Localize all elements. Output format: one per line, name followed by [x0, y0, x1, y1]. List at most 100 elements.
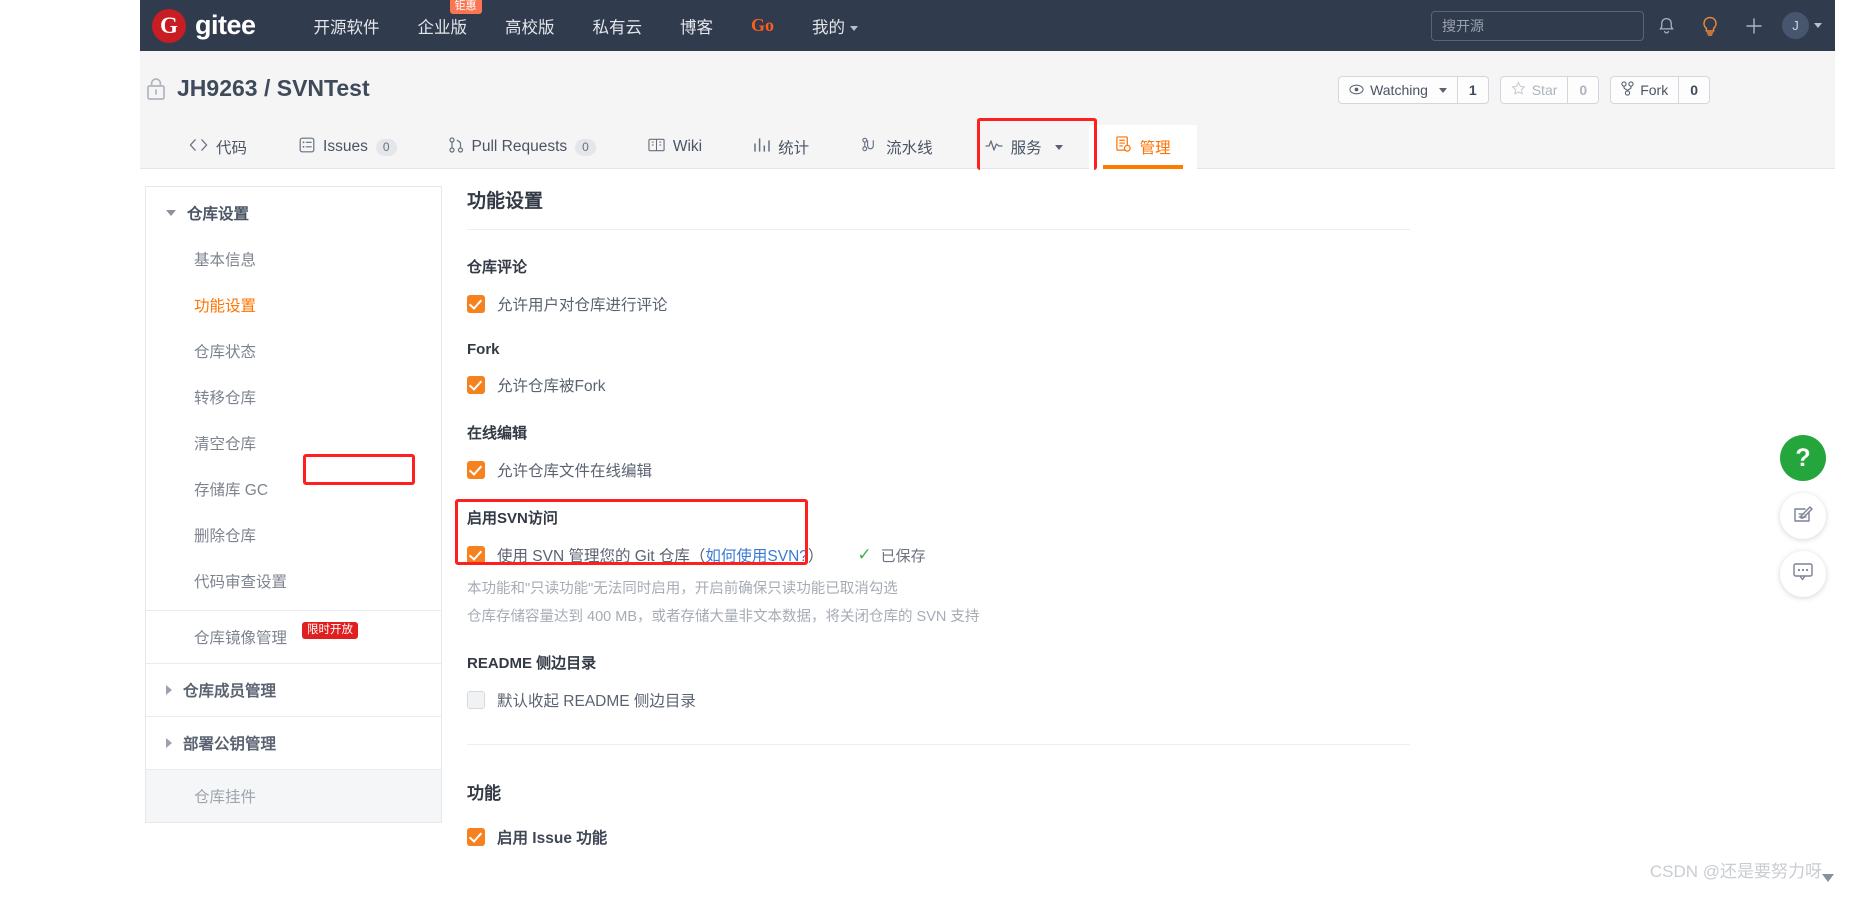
sidebar-item-label: 仓库镜像管理	[194, 630, 288, 647]
sidebar-item-label: 删除仓库	[194, 528, 257, 545]
feedback-edit-fab[interactable]	[1780, 493, 1826, 539]
sidebar-item-repo-status[interactable]: 仓库状态	[146, 328, 441, 374]
sidebar-section-widgets[interactable]: 仓库挂件	[146, 769, 441, 822]
checkbox-enable-svn[interactable]	[467, 546, 485, 564]
tab-statistics[interactable]: 统计	[728, 125, 835, 169]
star-icon	[1511, 81, 1526, 99]
checkbox-row-issue[interactable]: 启用 Issue 功能	[467, 826, 1737, 848]
checkbox-row-svn[interactable]: 使用 SVN 管理您的 Git 仓库（如何使用SVN?） ✓ 已保存	[467, 544, 1737, 566]
chat-fab[interactable]	[1780, 551, 1826, 597]
sidebar-item-member-management[interactable]: 仓库成员管理	[146, 664, 441, 716]
sidebar-item-label: 部署公钥管理	[183, 736, 277, 753]
sidebar-group-repo-settings[interactable]: 仓库设置	[146, 187, 441, 236]
page-gutter-right	[1835, 0, 1862, 902]
star-count: 0	[1579, 82, 1588, 98]
sidebar-item-basic-info[interactable]: 基本信息	[146, 236, 441, 282]
tab-manage[interactable]: 管理	[1088, 125, 1197, 169]
tab-count: 0	[575, 138, 596, 156]
chat-icon	[1792, 562, 1814, 587]
nav-link-label: Go	[751, 15, 775, 35]
tab-pipeline[interactable]: 流水线	[835, 125, 959, 169]
sidebar-section-members[interactable]: 仓库成员管理	[146, 663, 441, 716]
tab-service[interactable]: 服务	[959, 125, 1089, 169]
tab-issues[interactable]: Issues 0	[273, 125, 423, 169]
checkbox-allow-online-edit[interactable]	[467, 461, 485, 479]
nav-link-university[interactable]: 高校版	[505, 14, 555, 38]
checkbox-allow-comments[interactable]	[467, 295, 485, 313]
nav-link-label: 我的	[812, 18, 846, 37]
how-to-use-svn-link[interactable]: 如何使用SVN?	[705, 548, 808, 565]
search-input[interactable]	[1431, 10, 1644, 41]
sidebar-section-deploy-keys[interactable]: 部署公钥管理	[146, 716, 441, 769]
tab-pull-requests[interactable]: Pull Requests 0	[423, 125, 622, 169]
features-divider	[467, 744, 1410, 745]
bell-icon[interactable]	[1644, 6, 1688, 46]
avatar[interactable]: J	[1782, 12, 1809, 39]
checkbox-label: 允许仓库被Fork	[497, 378, 606, 395]
nav-link-enterprise[interactable]: 企业版 钜惠	[418, 0, 482, 38]
tab-code[interactable]: 代码	[163, 125, 273, 169]
title-divider	[467, 229, 1410, 230]
checkbox-label: 允许用户对仓库进行评论	[497, 297, 668, 314]
sidebar-item-delete-repo[interactable]: 删除仓库	[146, 512, 441, 558]
nav-link-label: 高校版	[505, 18, 555, 37]
section-heading-features: 功能	[467, 784, 501, 803]
gitee-logo[interactable]: G gitee	[152, 8, 256, 43]
watching-label: Watching	[1370, 82, 1428, 98]
checkbox-allow-fork[interactable]	[467, 376, 485, 394]
fork-button-group[interactable]: Fork 0	[1610, 76, 1710, 104]
sidebar-item-label: 存储库 GC	[194, 482, 269, 499]
fork-button[interactable]: Fork	[1611, 77, 1680, 103]
watching-button[interactable]: Watching	[1339, 77, 1458, 103]
nav-link-blog[interactable]: 博客	[680, 14, 713, 38]
tab-label: 代码	[216, 140, 248, 157]
watermark: CSDN @还是要努力呀	[1649, 862, 1822, 881]
checkbox-row-readme[interactable]: 默认收起 README 侧边目录	[467, 689, 1737, 711]
help-fab[interactable]: ?	[1780, 435, 1826, 481]
scroll-down-indicator[interactable]	[1822, 874, 1834, 882]
checkbox-label: 允许仓库文件在线编辑	[497, 463, 653, 480]
pipeline-icon	[861, 137, 878, 157]
tab-label: 统计	[778, 140, 810, 157]
triangle-right-icon	[166, 685, 172, 695]
settings-main-panel: 功能设置 仓库评论 允许用户对仓库进行评论 Fork 允许仓库被Fork 在线编…	[455, 186, 1737, 848]
manage-icon	[1115, 136, 1132, 158]
sidebar-item-feature-settings[interactable]: 功能设置	[146, 282, 441, 328]
sidebar-item-empty-repo[interactable]: 清空仓库	[146, 420, 441, 466]
lightbulb-icon[interactable]	[1688, 6, 1732, 46]
sidebar-item-transfer-repo[interactable]: 转移仓库	[146, 374, 441, 420]
nav-link-mine[interactable]: 我的	[812, 14, 859, 38]
nav-link-privatecloud[interactable]: 私有云	[593, 14, 643, 38]
sidebar-item-repo-gc[interactable]: 存储库 GC	[146, 466, 441, 512]
sidebar-item-mirror-management[interactable]: 仓库镜像管理 限时开放	[146, 611, 441, 663]
star-button-group[interactable]: Star 0	[1499, 76, 1600, 104]
nav-link-go[interactable]: Go	[751, 15, 774, 36]
sidebar-section-mirror[interactable]: 仓库镜像管理 限时开放	[146, 610, 441, 663]
svn-label-prefix: 使用 SVN 管理您的 Git 仓库（	[497, 548, 706, 565]
plus-icon[interactable]	[1732, 6, 1776, 46]
settings-sidebar: 仓库设置 基本信息 功能设置 仓库状态 转移仓库 清空仓库 存储库 GC 删除仓…	[145, 186, 442, 823]
checkbox-collapse-readme-toc[interactable]	[467, 691, 485, 709]
sidebar-item-repo-widget[interactable]: 仓库挂件	[146, 770, 441, 822]
checkbox-row-fork[interactable]: 允许仓库被Fork	[467, 374, 1737, 396]
sidebar-item-deploy-key-management[interactable]: 部署公钥管理	[146, 717, 441, 769]
question-mark-icon: ?	[1795, 443, 1811, 472]
service-icon	[985, 138, 1003, 156]
chevron-down-icon[interactable]	[1814, 23, 1822, 28]
tab-label: 服务	[1010, 140, 1042, 157]
checkbox-enable-issue[interactable]	[467, 828, 485, 846]
fork-count: 0	[1690, 82, 1698, 98]
checkbox-row-comments[interactable]: 允许用户对仓库进行评论	[467, 293, 1737, 315]
star-button[interactable]: Star	[1501, 77, 1569, 103]
section-heading-comments: 仓库评论	[467, 259, 528, 276]
nav-link-opensource[interactable]: 开源软件	[314, 14, 380, 38]
tab-wiki[interactable]: Wiki	[622, 125, 728, 169]
sidebar-item-code-review-settings[interactable]: 代码审查设置	[146, 558, 441, 610]
top-nav-links: 开源软件 企业版 钜惠 高校版 私有云 博客 Go 我的	[314, 0, 859, 38]
watching-button-group[interactable]: Watching 1	[1338, 76, 1489, 104]
repository-full-name[interactable]: JH9263 / SVNTest	[177, 75, 370, 102]
checkbox-row-online-edit[interactable]: 允许仓库文件在线编辑	[467, 459, 1737, 481]
check-icon: ✓	[857, 545, 872, 564]
repository-actions: Watching 1 Star 0 Fork 0	[1338, 76, 1710, 104]
svn-settings-block: 启用SVN访问 使用 SVN 管理您的 Git 仓库（如何使用SVN?） ✓ 已…	[455, 499, 1737, 626]
